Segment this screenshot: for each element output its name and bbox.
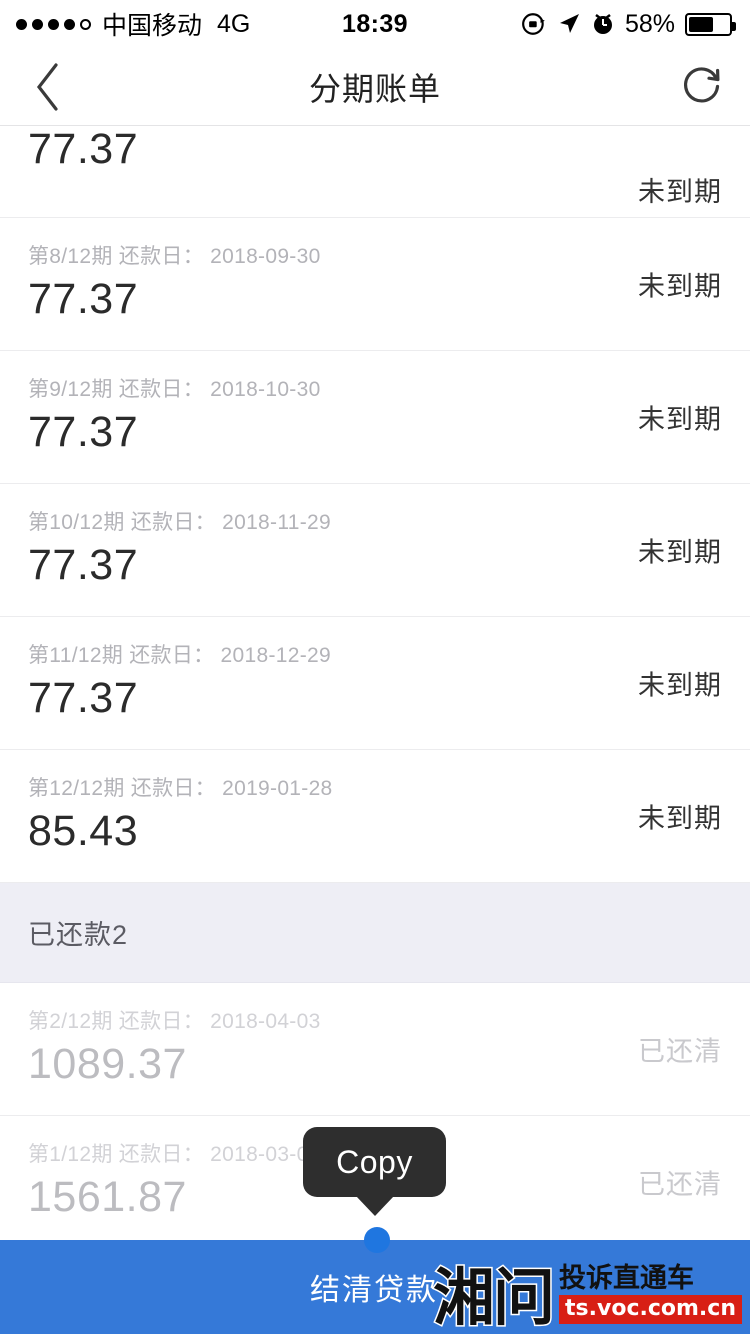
location-arrow-icon bbox=[559, 14, 579, 33]
installment-row[interactable]: 77.37 未到期 bbox=[0, 126, 750, 218]
installment-amount: 1089.37 bbox=[28, 1040, 187, 1088]
copy-tooltip-label: Copy bbox=[336, 1143, 413, 1180]
installment-amount: 77.37 bbox=[28, 541, 139, 589]
installment-amount: 77.37 bbox=[28, 126, 139, 173]
copy-tooltip-button[interactable]: Copy bbox=[303, 1127, 446, 1197]
installment-period-label: 第11/12期 还款日： 2018-12-29 bbox=[28, 644, 331, 667]
installment-row[interactable]: 第9/12期 还款日： 2018-10-30 77.37 未到期 bbox=[0, 351, 750, 484]
installment-status: 未到期 bbox=[638, 803, 722, 834]
installment-row[interactable]: 第11/12期 还款日： 2018-12-29 77.37 未到期 bbox=[0, 617, 750, 750]
alarm-clock-icon bbox=[593, 14, 612, 34]
installment-period-label: 第12/12期 还款日： 2019-01-28 bbox=[28, 777, 333, 800]
installment-amount: 77.37 bbox=[28, 674, 139, 722]
installment-amount: 77.37 bbox=[28, 408, 139, 456]
installment-status: 已还清 bbox=[638, 1036, 722, 1067]
installment-row[interactable]: 第10/12期 还款日： 2018-11-29 77.37 未到期 bbox=[0, 484, 750, 617]
installment-period-label: 第8/12期 还款日： 2018-09-30 bbox=[28, 245, 321, 268]
status-bar: 中国移动 4G 18:39 58% bbox=[0, 0, 750, 48]
phone-screen: 中国移动 4G 18:39 58% 分期账单 77.37 未到期 第8/12期 … bbox=[0, 0, 750, 1334]
nav-bar: 分期账单 bbox=[0, 48, 750, 126]
installment-amount: 85.43 bbox=[28, 807, 139, 855]
page-title: 分期账单 bbox=[308, 70, 441, 107]
installment-status: 未到期 bbox=[638, 177, 722, 207]
text-selection-handle[interactable] bbox=[364, 1227, 390, 1253]
installment-status: 未到期 bbox=[638, 670, 722, 701]
settle-loan-bar[interactable]: 结清贷款 bbox=[0, 1240, 750, 1334]
installment-period-label: 第9/12期 还款日： 2018-10-30 bbox=[28, 378, 321, 401]
installment-period-label: 第2/12期 还款日： 2018-04-03 bbox=[28, 1010, 321, 1033]
installment-status: 未到期 bbox=[638, 537, 722, 568]
battery-icon bbox=[685, 12, 736, 36]
installment-amount: 77.37 bbox=[28, 275, 139, 323]
battery-percent-label: 58% bbox=[624, 9, 675, 38]
installment-status: 未到期 bbox=[638, 404, 722, 435]
installment-row-paid[interactable]: 第2/12期 还款日： 2018-04-03 1089.37 已还清 bbox=[0, 983, 750, 1116]
status-bar-right: 58% bbox=[521, 9, 736, 39]
installment-row[interactable]: 第12/12期 还款日： 2019-01-28 85.43 未到期 bbox=[0, 750, 750, 883]
settle-loan-button-label: 结清贷款 bbox=[310, 1274, 438, 1307]
installment-status: 未到期 bbox=[638, 271, 722, 302]
repaid-section-header: 已还款2 bbox=[0, 883, 750, 983]
installment-row[interactable]: 第8/12期 还款日： 2018-09-30 77.37 未到期 bbox=[0, 218, 750, 351]
rotation-lock-icon bbox=[522, 13, 545, 35]
installment-status: 已还清 bbox=[638, 1169, 722, 1200]
installment-list[interactable]: 77.37 未到期 第8/12期 还款日： 2018-09-30 77.37 未… bbox=[0, 126, 750, 1240]
installment-period-label: 第10/12期 还款日： 2018-11-29 bbox=[28, 511, 331, 534]
